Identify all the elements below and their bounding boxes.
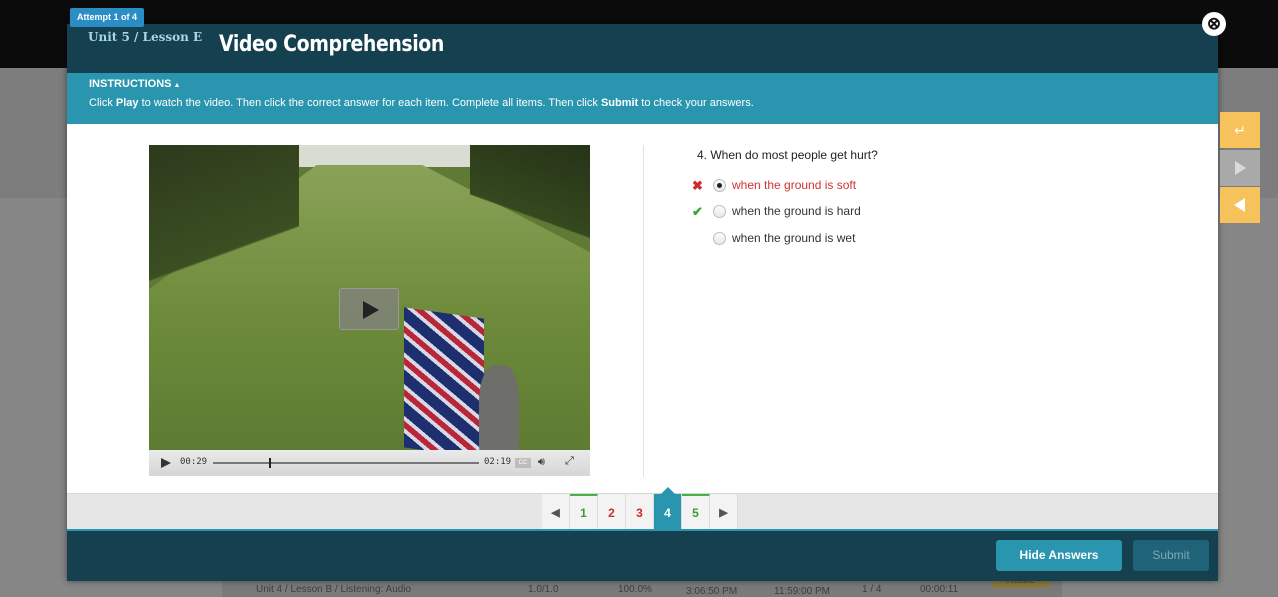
video-duration: 02:19 [484,457,512,467]
instructions-toggle[interactable]: INSTRUCTIONS ▲ [89,78,180,90]
video-controls: 00:29 02:19 CC 🔊︎ ⤢ [149,450,590,476]
previous-activity-button[interactable] [1220,187,1260,223]
video-player[interactable]: 00:29 02:19 CC 🔊︎ ⤢ [149,145,590,476]
pagination-bar: ◀ 1 2 3 4 5 ▶ [67,487,1218,532]
answer-label: when the ground is soft [732,178,857,192]
video-frame-person [479,365,519,455]
answer-label: when the ground is wet [732,231,856,245]
radio-button[interactable] [713,179,726,192]
page-button-4[interactable]: 4 [654,487,682,532]
column-divider [643,145,644,477]
modal-header: Attempt 1 of 4 Unit 5 / Lesson E Video C… [67,8,1218,73]
page-button-1[interactable]: 1 [570,494,598,532]
video-progress-track[interactable] [213,462,479,464]
fullscreen-icon[interactable]: ⤢ [565,455,574,468]
background-row-started: 3:06:50 PM [686,586,738,597]
close-icon[interactable]: ⊗ [1202,12,1226,36]
instructions-heading: INSTRUCTIONS [89,78,172,90]
video-frame-trees-right [470,145,590,255]
submit-button[interactable]: Submit [1133,540,1209,571]
prev-page-button[interactable]: ◀ [542,494,570,532]
big-play-button[interactable] [339,288,399,330]
background-row-title: Unit 4 / Lesson B / Listening: Audio [256,584,412,595]
page-button-3[interactable]: 3 [626,494,654,532]
hide-answers-button[interactable]: Hide Answers [996,540,1122,571]
pagination: ◀ 1 2 3 4 5 ▶ [542,487,738,532]
instructions-text: Click Play to watch the video. Then clic… [89,97,754,109]
background-row-score: 1.0/1.0 [528,584,559,595]
wrong-mark-icon: ✖ [692,178,703,193]
background-row-due: 11:59:00 PM [774,586,830,597]
background-row-time: 00:00:11 [920,584,959,595]
background-row-attempts: 1 / 4 [862,584,882,595]
radio-button[interactable] [713,232,726,245]
video-current-time: 00:29 [180,457,208,467]
answer-label: when the ground is hard [732,204,861,218]
instructions-panel: INSTRUCTIONS ▲ Click Play to watch the vi… [67,73,1218,124]
play-pause-button[interactable] [161,458,171,468]
arrow-left-icon [1234,198,1245,212]
play-icon [363,301,379,319]
unit-lesson-label: Unit 5 / Lesson E [88,30,203,44]
video-frame-sky [289,145,479,167]
volume-icon[interactable]: 🔊︎ [538,456,545,469]
next-activity-button[interactable] [1220,150,1260,186]
page-title: Video Comprehension [219,32,444,57]
attempt-badge: Attempt 1 of 4 [70,8,145,27]
video-progress-handle[interactable] [268,458,271,468]
next-page-button[interactable]: ▶ [710,494,738,532]
modal-footer: Hide Answers Submit [67,531,1218,581]
video-frame-flag [404,307,484,459]
arrow-right-icon [1235,161,1246,175]
question-text: 4. When do most people get hurt? [697,148,878,162]
radio-button[interactable] [713,205,726,218]
page-button-2[interactable]: 2 [598,494,626,532]
captions-button[interactable]: CC [515,458,531,468]
page-button-5[interactable]: 5 [682,494,710,532]
caret-up-icon: ▲ [173,82,181,89]
video-frame-trees-left [149,145,299,315]
transcript-toggle-icon[interactable]: ↵ [1220,112,1260,148]
correct-mark-icon: ✔ [692,204,703,219]
background-row-percent: 100.0% [618,584,652,595]
